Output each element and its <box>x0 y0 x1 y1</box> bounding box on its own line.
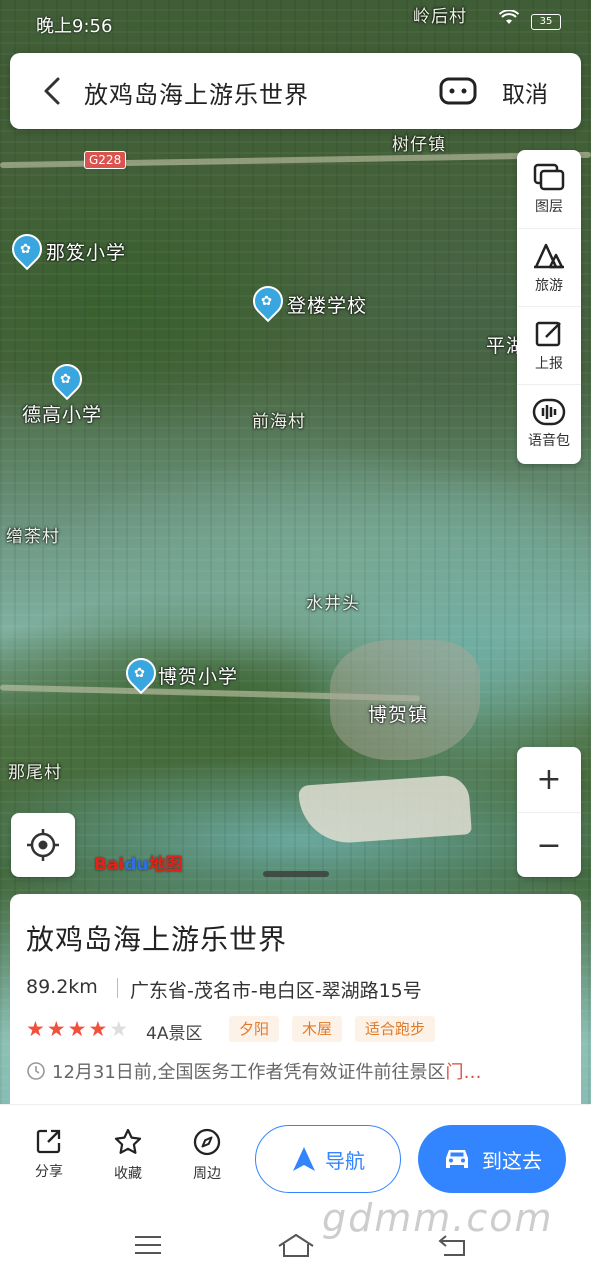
home-button[interactable] <box>276 1228 316 1262</box>
zoom-control: + − <box>517 747 581 877</box>
rating-stars: ★ ★ ★ ★ ★ <box>26 1018 128 1040</box>
school-pin-icon[interactable]: ✿ <box>246 279 290 323</box>
notice-more-link[interactable]: 门… <box>446 1062 482 1083</box>
status-bar: 晚上9:56 35 <box>0 0 591 44</box>
road-shield-g228: G228 <box>84 151 127 169</box>
star-filled-icon: ★ <box>67 1017 87 1041</box>
go-here-button[interactable]: 到这去 <box>418 1125 566 1193</box>
baidu-map-logo: Baidu地图 <box>94 850 183 875</box>
port-area <box>298 774 472 846</box>
star-filled-icon: ★ <box>26 1017 45 1041</box>
star-outline-icon <box>114 1128 142 1154</box>
school-pin-icon[interactable]: ✿ <box>5 227 49 271</box>
back-button[interactable] <box>32 71 72 111</box>
place-info-card[interactable]: 放鸡岛海上游乐世界 89.2km 广东省-茂名市-电白区-翠湖路15号 ★ ★ … <box>10 894 581 1114</box>
navigate-label: 导航 <box>325 1148 365 1173</box>
star-empty-icon: ★ <box>109 1017 129 1041</box>
chevron-left-icon <box>44 77 60 105</box>
crosshair-icon <box>27 829 59 861</box>
school-pin-icon[interactable]: ✿ <box>45 357 89 401</box>
place-address: 广东省-茂名市-电白区-翠湖路15号 <box>130 980 422 1002</box>
compass-icon <box>193 1128 221 1156</box>
map-label-xiemu[interactable]: 缯荼村 <box>6 522 60 547</box>
navigation-arrow-icon <box>293 1147 315 1171</box>
status-time: 晚上9:56 <box>36 16 113 37</box>
map-label-degao[interactable]: 德高小学 <box>22 400 102 427</box>
panel-drag-handle[interactable] <box>263 871 329 877</box>
logo-text-du: du <box>124 855 149 875</box>
divider <box>117 978 118 998</box>
search-bar: 放鸡岛海上游乐世界 取消 <box>10 53 581 129</box>
tool-label: 语音包 <box>528 432 570 449</box>
map-tools-panel: 图层 旅游 上报 语音包 <box>517 150 581 464</box>
clock-icon <box>27 1062 45 1080</box>
map-label-nali[interactable]: 那笈小学 <box>46 238 126 265</box>
map-label-shuzai[interactable]: 树仔镇 <box>392 130 446 155</box>
place-title: 放鸡岛海上游乐世界 <box>26 923 288 956</box>
tool-label: 图层 <box>535 199 563 215</box>
map-label-shuijing[interactable]: 水井头 <box>306 589 360 614</box>
go-here-label: 到这去 <box>482 1148 542 1173</box>
wifi-icon <box>498 9 520 30</box>
favorite-button[interactable]: 收藏 <box>98 1127 158 1191</box>
logo-text-bai: Bai <box>94 855 125 875</box>
home-icon <box>278 1233 314 1257</box>
notice-text: 12月31日前,全国医务工作者凭有效证件前往景区 <box>52 1062 446 1083</box>
tool-label: 上报 <box>535 355 563 372</box>
favorite-label: 收藏 <box>114 1166 142 1182</box>
battery-icon: 35 <box>531 14 561 30</box>
menu-icon <box>135 1236 161 1254</box>
tag-cabin[interactable]: 木屋 <box>292 1016 343 1042</box>
ar-scan-button[interactable] <box>438 73 478 109</box>
map-label-nawei[interactable]: 那尾村 <box>8 758 62 783</box>
search-query-text[interactable]: 放鸡岛海上游乐世界 <box>84 75 309 110</box>
map-label-denglou[interactable]: 登楼学校 <box>287 291 367 318</box>
action-bar: 分享 收藏 周边 导航 到这去 <box>0 1104 591 1210</box>
tag-sunset[interactable]: 夕阳 <box>229 1016 280 1042</box>
share-icon <box>36 1129 61 1154</box>
tool-layers[interactable]: 图层 <box>517 150 581 228</box>
travel-icon <box>534 243 564 268</box>
report-edit-icon <box>535 321 561 346</box>
navigate-button[interactable]: 导航 <box>255 1125 401 1193</box>
tool-label: 旅游 <box>535 277 563 294</box>
zoom-out-button[interactable]: − <box>517 812 581 877</box>
logo-text-map: 地图 <box>148 855 183 875</box>
car-icon <box>446 1150 468 1168</box>
locate-me-button[interactable] <box>11 813 75 877</box>
star-filled-icon: ★ <box>46 1017 66 1041</box>
nearby-button[interactable]: 周边 <box>177 1127 237 1191</box>
share-label: 分享 <box>35 1164 63 1180</box>
zoom-in-button[interactable]: + <box>517 747 581 812</box>
map-label-bohe-school[interactable]: 博贺小学 <box>158 662 238 689</box>
menu-button[interactable] <box>128 1228 168 1262</box>
share-button[interactable]: 分享 <box>19 1127 79 1191</box>
tool-voice-pack[interactable]: 语音包 <box>517 384 581 462</box>
tag-running[interactable]: 适合跑步 <box>355 1016 436 1042</box>
watermark-text: gdmm.com <box>322 1196 554 1240</box>
map-label-bohe-town[interactable]: 博贺镇 <box>368 700 428 727</box>
tool-report[interactable]: 上报 <box>517 306 581 384</box>
cancel-button[interactable]: 取消 <box>502 75 548 109</box>
layers-icon <box>533 163 565 191</box>
voice-pack-icon <box>532 398 566 425</box>
map-label-qianhai[interactable]: 前海村 <box>252 407 306 432</box>
scenic-level: 4A景区 <box>146 1024 203 1044</box>
ar-camera-icon <box>439 77 477 105</box>
star-filled-icon: ★ <box>88 1017 108 1041</box>
nearby-label: 周边 <box>193 1166 221 1182</box>
tool-travel[interactable]: 旅游 <box>517 228 581 306</box>
notice-line[interactable]: 12月31日前,全国医务工作者凭有效证件前往景区门… <box>26 1058 566 1084</box>
place-distance: 89.2km <box>26 976 98 998</box>
